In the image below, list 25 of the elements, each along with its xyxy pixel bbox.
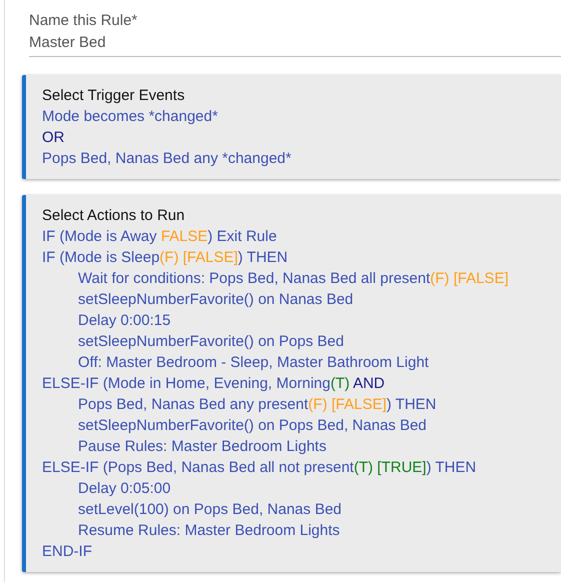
rule-line: Resume Rules: Master Bedroom Lights	[78, 521, 340, 541]
section-card[interactable]	[22, 195, 561, 572]
rule-line: Off: Master Bedroom - Sleep, Master Bathroom Light	[78, 353, 429, 373]
rule-line: IF (Mode is Sleep(F) [FALSE]) THEN	[42, 248, 288, 268]
rule-line: ELSE-IF (Mode in Home, Evening, Morning(T) AND	[42, 374, 385, 394]
rule-line: setLevel(100) on Pops Bed, Nanas Bed	[78, 500, 342, 520]
section-card[interactable]: Select Trigger Events Mode becomes *changed* OR Pops Bed, Nanas Bed any *changed*	[22, 75, 561, 179]
rule-line: IF (Mode is Away FALSE) Exit Rule	[42, 227, 277, 247]
rule-line: Pops Bed, Nanas Bed any present(F) [FALSE]) THEN	[78, 395, 436, 415]
rule-line: setSleepNumberFavorite() on Nanas Bed	[78, 290, 354, 310]
rule-line: Pause Rules: Master Bedroom Lights	[78, 437, 326, 457]
rule-line: Delay 0:00:15	[78, 311, 171, 331]
field-label: Name this Rule*	[29, 11, 138, 31]
rule-line: setSleepNumberFavorite() on Pops Bed	[78, 332, 344, 352]
section-title: Select Trigger Events	[42, 86, 186, 106]
rule-line: Mode becomes *changed*	[42, 107, 218, 127]
rule-line: Wait for conditions: Pops Bed, Nanas Bed all present(F) [FALSE]	[78, 269, 508, 289]
rule-line: END-IF	[42, 542, 92, 562]
rule-line: ELSE-IF (Pops Bed, Nanas Bed all not present(T) [TRUE]) THEN	[42, 458, 476, 478]
rule-line: OR	[42, 128, 64, 148]
rule-line: setSleepNumberFavorite() on Pops Bed, Nanas Bed	[78, 416, 427, 436]
rule-line: Pops Bed, Nanas Bed any *changed*	[42, 149, 292, 169]
name-field[interactable]: Master Bed	[29, 32, 561, 57]
section-title: Select Actions to Run	[42, 206, 186, 226]
rule-line: Delay 0:05:00	[78, 479, 171, 499]
